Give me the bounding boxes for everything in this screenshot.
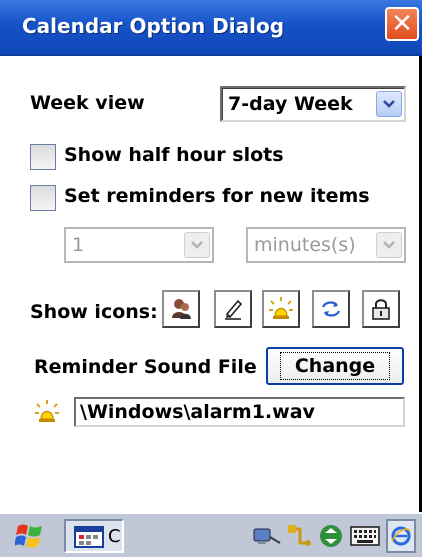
taskbar: C — [0, 512, 422, 557]
week-view-label: Week view — [30, 92, 145, 114]
taskbar-calendar-app[interactable]: C — [64, 519, 124, 553]
calendar-icon — [74, 526, 104, 548]
reminder-icon-toggle[interactable] — [262, 290, 300, 328]
week-view-value: 7-day Week — [228, 93, 353, 115]
change-sound-button[interactable]: Change — [266, 347, 404, 385]
close-icon: ✕ — [391, 9, 413, 39]
dialog-title: Calendar Option Dialog — [22, 14, 285, 38]
recurrence-icon — [321, 301, 341, 317]
sound-bell-icon — [35, 400, 59, 422]
week-view-select[interactable]: 7-day Week — [220, 86, 406, 122]
keyboard-icon[interactable] — [350, 526, 380, 546]
set-reminders-checkbox[interactable] — [30, 185, 56, 211]
change-button-label: Change — [279, 352, 391, 380]
half-hour-slots-checkbox[interactable] — [30, 144, 56, 170]
internet-explorer-icon — [391, 526, 411, 546]
attendees-icon — [172, 299, 191, 319]
half-hour-slots-label: Show half hour slots — [64, 144, 284, 166]
set-reminders-label: Set reminders for new items — [64, 185, 370, 207]
sound-file-field[interactable]: \Windows\alarm1.wav — [74, 397, 405, 427]
sound-file-path: \Windows\alarm1.wav — [80, 401, 315, 423]
chevron-down-icon — [184, 232, 210, 258]
windows-logo-icon — [15, 524, 42, 548]
reminder-amount-value: 1 — [72, 234, 85, 256]
usb-connection-icon[interactable] — [286, 523, 314, 549]
close-button[interactable]: ✕ — [385, 7, 419, 41]
calendar-option-dialog: Calendar Option Dialog ✕ Week view 7-day… — [0, 0, 422, 557]
chevron-down-icon[interactable] — [376, 91, 402, 117]
network-icon[interactable] — [252, 523, 282, 549]
reminder-unit-value: minutes(s) — [254, 234, 356, 256]
chevron-down-icon — [376, 232, 402, 258]
internet-explorer-button[interactable] — [386, 519, 416, 553]
lock-icon — [372, 299, 390, 320]
reminder-amount-select[interactable]: 1 — [64, 227, 214, 263]
attendees-icon-toggle[interactable] — [162, 290, 200, 328]
private-icon-toggle[interactable] — [362, 290, 400, 328]
notes-icon — [225, 299, 243, 320]
title-bar: Calendar Option Dialog ✕ — [0, 0, 422, 56]
recurrence-icon-toggle[interactable] — [312, 290, 350, 328]
reminder-icon — [269, 297, 293, 319]
taskbar-app-label: C — [108, 526, 121, 547]
reminder-unit-select[interactable]: minutes(s) — [246, 227, 406, 263]
start-button[interactable] — [8, 519, 52, 553]
sync-icon[interactable] — [316, 522, 346, 550]
notes-icon-toggle[interactable] — [214, 290, 252, 328]
show-icons-label: Show icons: — [30, 301, 158, 323]
reminder-sound-label: Reminder Sound File — [34, 356, 257, 378]
